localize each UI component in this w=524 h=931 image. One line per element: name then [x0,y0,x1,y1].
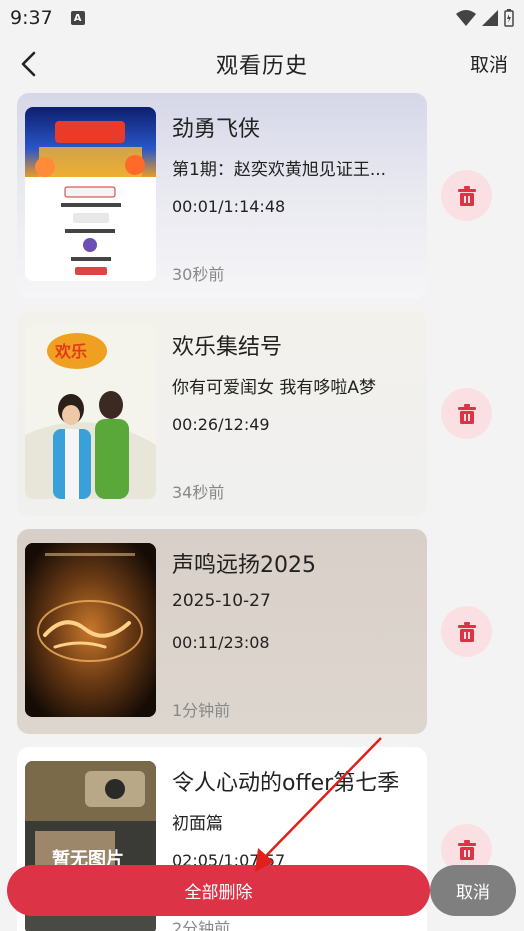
battery-icon [504,9,514,27]
poster-thumbnail [25,543,156,717]
watched-time-ago: 30秒前 [172,265,225,284]
history-info: 劲勇飞侠 第1期：赵奕欢黄旭见证王... 00:01/1:14:48 30秒前 [172,93,417,298]
poster-art [25,543,156,717]
episode-subtitle: 2025-10-27 [172,591,271,611]
poster-thumbnail [25,107,156,281]
nav-bar: 观看历史 取消 [0,36,524,92]
svg-text:欢乐: 欢乐 [54,342,87,361]
show-title: 欢乐集结号 [172,335,283,360]
notification-icon: A [70,11,85,25]
watched-time-ago: 1分钟前 [172,701,231,720]
watch-progress: 00:01/1:14:48 [172,197,286,216]
episode-subtitle: 你有可爱闺女 我有哆啦A梦 [172,378,377,398]
poster-art: 欢乐 [25,325,156,499]
history-info: 声鸣远扬2025 2025-10-27 00:11/23:08 1分钟前 [172,529,417,734]
status-icons [456,9,514,27]
history-card[interactable]: 劲勇飞侠 第1期：赵奕欢黄旭见证王... 00:01/1:14:48 30秒前 [17,93,427,298]
watched-time-ago: 34秒前 [172,483,225,502]
page-title: 观看历史 [215,54,308,79]
trash-icon [457,185,476,206]
history-card[interactable]: 声鸣远扬2025 2025-10-27 00:11/23:08 1分钟前 [17,529,427,734]
show-title: 令人心动的offer第七季 [172,771,400,796]
poster-art [25,107,156,275]
trash-icon [457,839,476,860]
back-arrow-icon[interactable] [14,48,46,80]
episode-subtitle: 初面篇 [172,814,223,834]
delete-item-button[interactable] [441,606,492,657]
status-bar: 9:37 A [0,0,524,36]
watched-time-ago: 2分钟前 [172,919,231,931]
wifi-icon [456,10,476,26]
watch-progress: 00:11/23:08 [172,633,270,652]
history-card[interactable]: 欢乐 欢乐集结号 你有可爱闺女 我有哆啦A梦 00:26/12:49 34秒前 [17,311,427,516]
history-item[interactable]: 欢乐 欢乐集结号 你有可爱闺女 我有哆啦A梦 00:26/12:49 34秒前 [0,311,524,516]
cancel-edit-button[interactable]: 取消 [470,50,508,77]
history-info: 欢乐集结号 你有可爱闺女 我有哆啦A梦 00:26/12:49 34秒前 [172,311,417,516]
show-title: 劲勇飞侠 [172,117,261,142]
delete-item-button[interactable] [441,388,492,439]
signal-icon [482,10,498,26]
status-time: 9:37 [10,7,53,29]
trash-icon [457,621,476,642]
show-title: 声鸣远扬2025 [172,553,316,578]
delete-all-button[interactable]: 全部删除 [7,865,430,916]
cancel-button[interactable]: 取消 [430,865,516,916]
delete-item-button[interactable] [441,170,492,221]
watch-progress: 00:26/12:49 [172,415,270,434]
trash-icon [457,403,476,424]
poster-thumbnail: 欢乐 [25,325,156,499]
history-item[interactable]: 劲勇飞侠 第1期：赵奕欢黄旭见证王... 00:01/1:14:48 30秒前 [0,93,524,298]
history-item[interactable]: 声鸣远扬2025 2025-10-27 00:11/23:08 1分钟前 [0,529,524,734]
episode-subtitle: 第1期：赵奕欢黄旭见证王... [172,160,387,180]
